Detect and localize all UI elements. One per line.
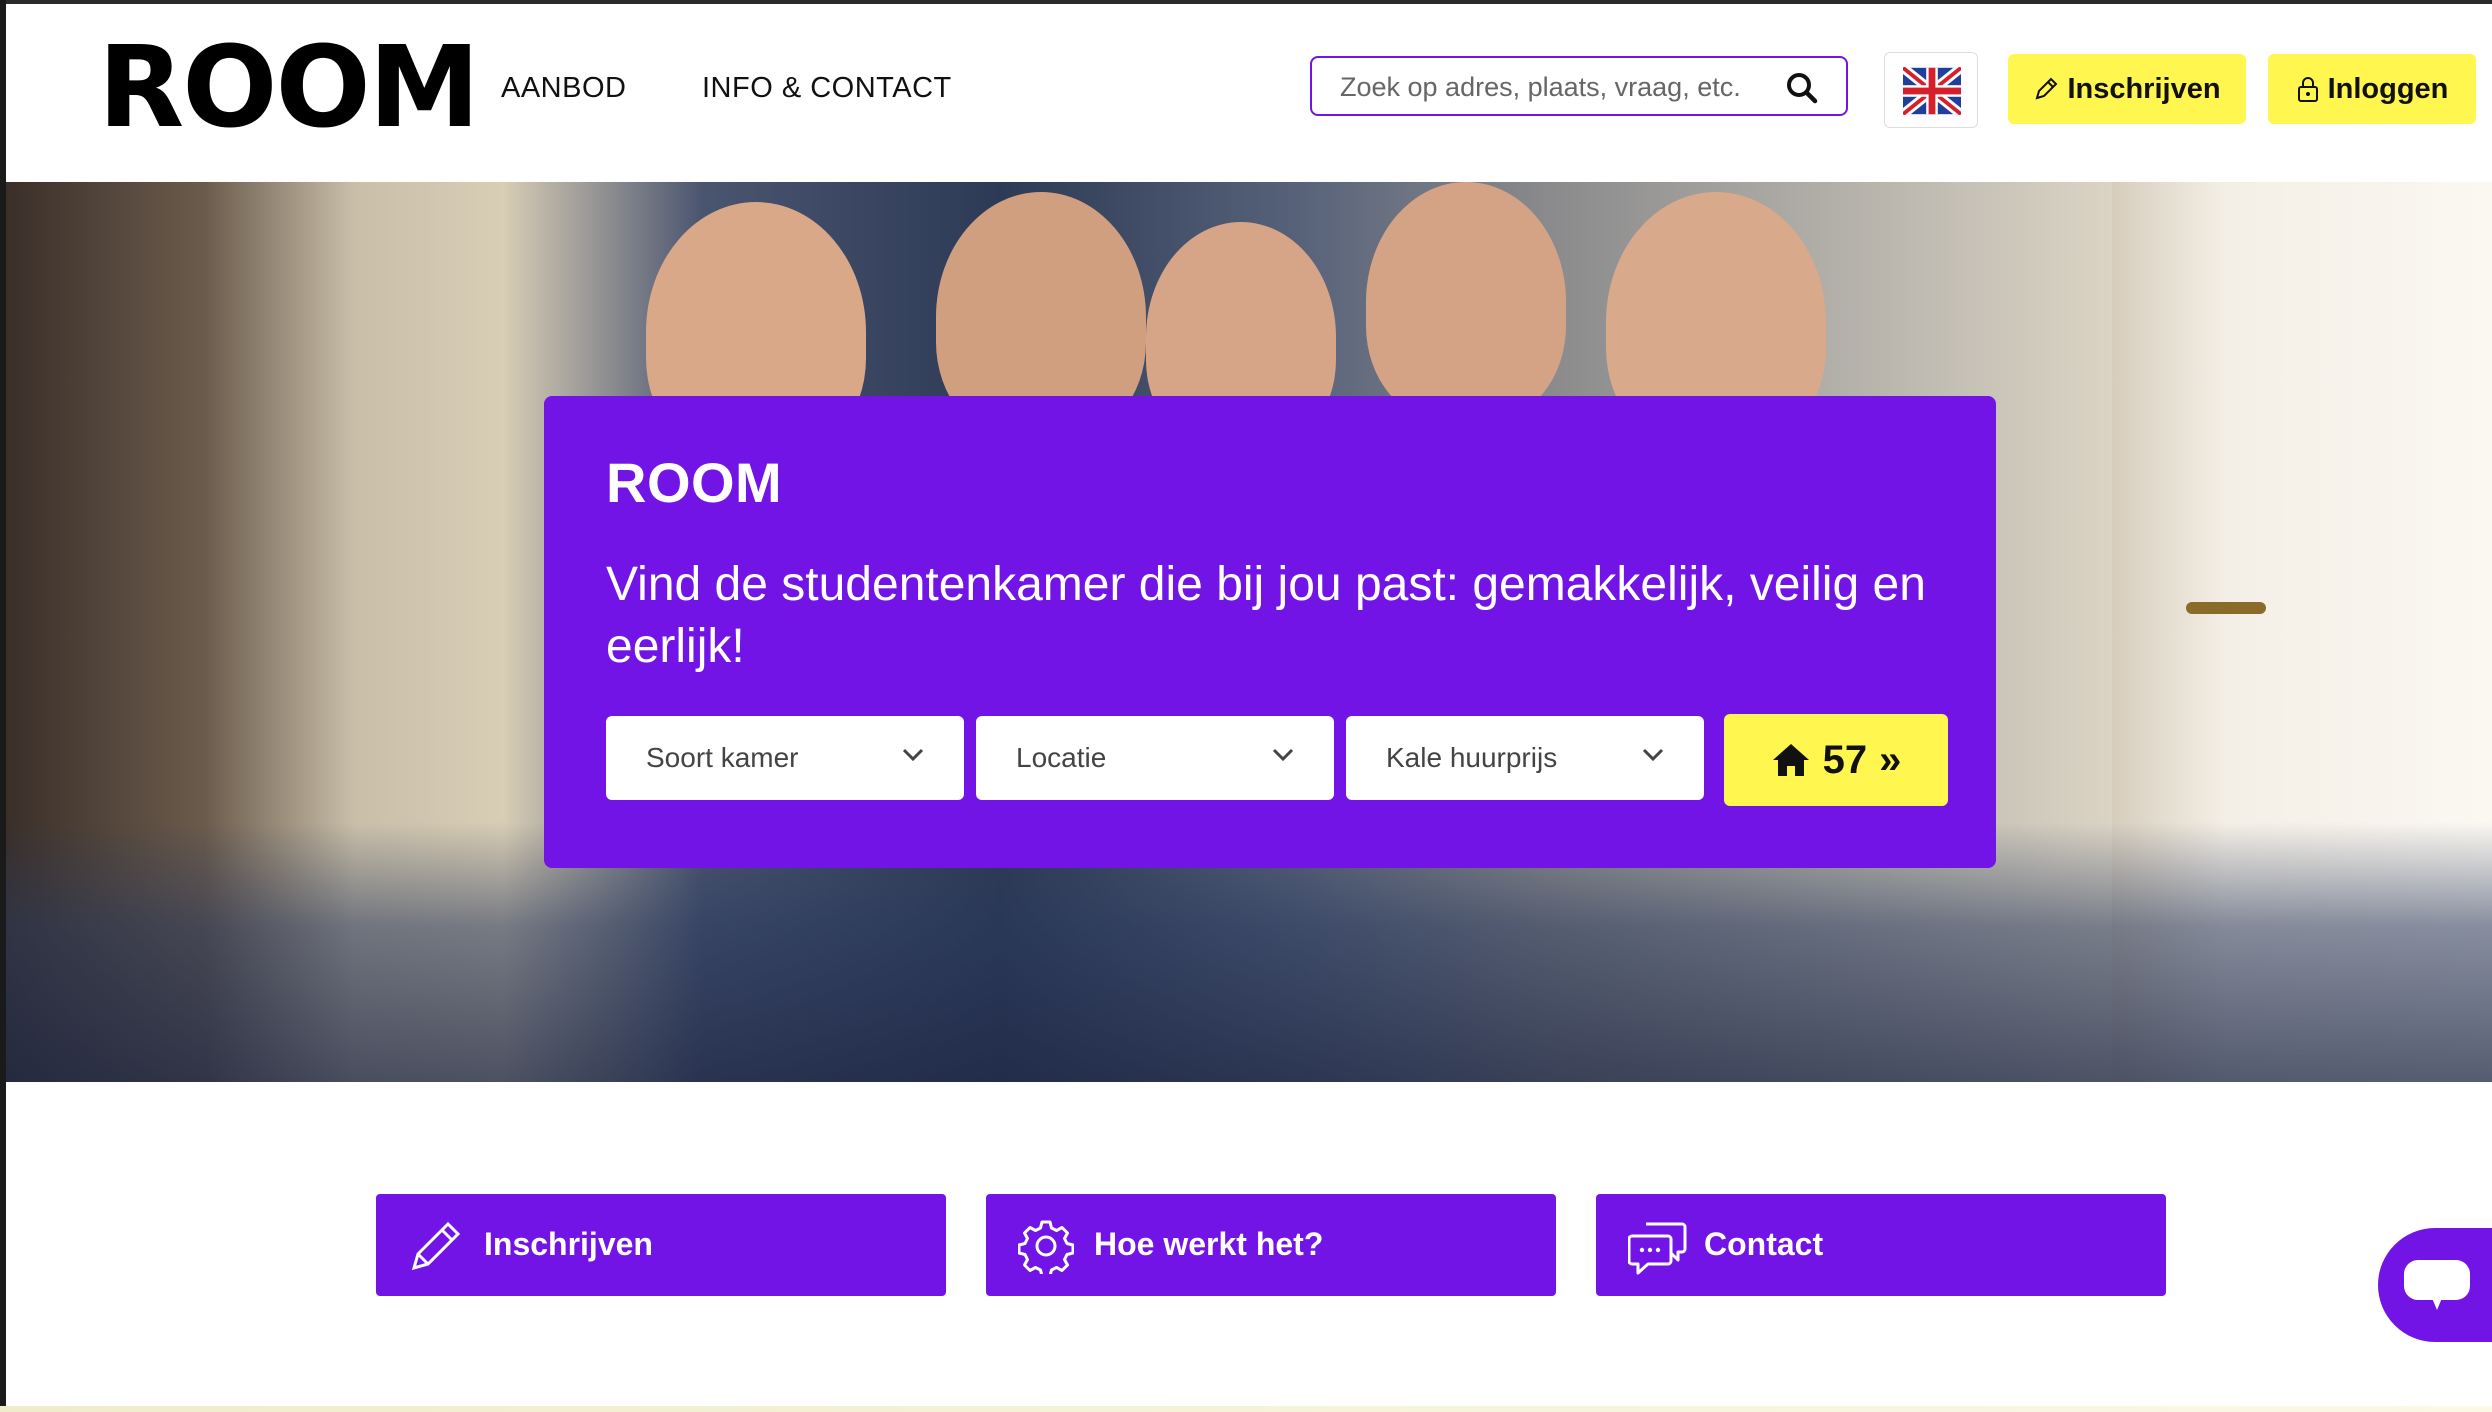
card-how-it-works-label: Hoe werkt het? — [1094, 1226, 1324, 1262]
search-icon[interactable] — [1786, 72, 1818, 104]
nav-aanbod[interactable]: AANBOD — [501, 72, 626, 105]
room-logo[interactable]: ROOM — [98, 32, 480, 144]
login-button-label: Inloggen — [2327, 72, 2449, 105]
pencil-icon — [2035, 77, 2058, 100]
room-type-select[interactable]: Soort kamer — [606, 716, 964, 800]
login-button[interactable]: Inloggen — [2268, 54, 2476, 124]
chat-widget-button[interactable] — [2378, 1228, 2492, 1342]
result-arrow: » — [1879, 737, 1902, 782]
panel-title: ROOM — [606, 451, 783, 514]
chevron-down-icon — [902, 748, 924, 762]
rent-select[interactable]: Kale huurprijs — [1346, 716, 1704, 800]
chevron-down-icon — [1642, 748, 1664, 762]
lock-icon — [2297, 77, 2318, 102]
card-signup-label: Inschrijven — [484, 1226, 653, 1262]
chevron-down-icon — [1272, 748, 1294, 762]
panel-tagline: Vind de studentenkamer die bij jou past:… — [606, 558, 1926, 673]
nav-info-contact[interactable]: INFO & CONTACT — [702, 72, 952, 105]
site-header: ROOM AANBOD INFO & CONTACT Zoek op adres… — [6, 4, 2492, 182]
home-icon — [1772, 744, 1809, 776]
gear-icon — [1018, 1220, 1074, 1274]
pencil-icon — [411, 1221, 461, 1271]
result-count: 57 — [1822, 737, 1868, 782]
page: ROOM AANBOD INFO & CONTACT Zoek op adres… — [0, 0, 2492, 1412]
show-results-button[interactable]: 57 » — [1724, 714, 1948, 806]
search-box — [1310, 56, 1848, 116]
hero-photo-person — [1366, 182, 1566, 422]
card-contact[interactable]: Contact — [1596, 1194, 2166, 1296]
hero-banner: ROOM Vind de studentenkamer die bij jou … — [6, 182, 2492, 1082]
uk-flag-icon — [1903, 67, 1961, 115]
bottom-strip — [0, 1406, 2492, 1412]
location-select[interactable]: Locatie — [976, 716, 1334, 800]
signup-button[interactable]: Inschrijven — [2008, 54, 2246, 124]
location-select-label: Locatie — [1016, 742, 1107, 773]
room-type-select-label: Soort kamer — [646, 742, 799, 773]
chat-icon — [2404, 1260, 2470, 1310]
card-contact-label: Contact — [1704, 1226, 1824, 1262]
signup-button-label: Inschrijven — [2067, 72, 2221, 105]
card-how-it-works[interactable]: Hoe werkt het? — [986, 1194, 1556, 1296]
language-switch-button[interactable] — [1884, 52, 1978, 128]
rent-select-label: Kale huurprijs — [1386, 742, 1558, 773]
search-panel: ROOM Vind de studentenkamer die bij jou … — [544, 396, 1996, 868]
chat-bubbles-icon — [1628, 1222, 1687, 1275]
hero-photo-door-handle — [2186, 602, 2266, 614]
search-input[interactable] — [1338, 66, 1782, 108]
card-signup[interactable]: Inschrijven — [376, 1194, 946, 1296]
